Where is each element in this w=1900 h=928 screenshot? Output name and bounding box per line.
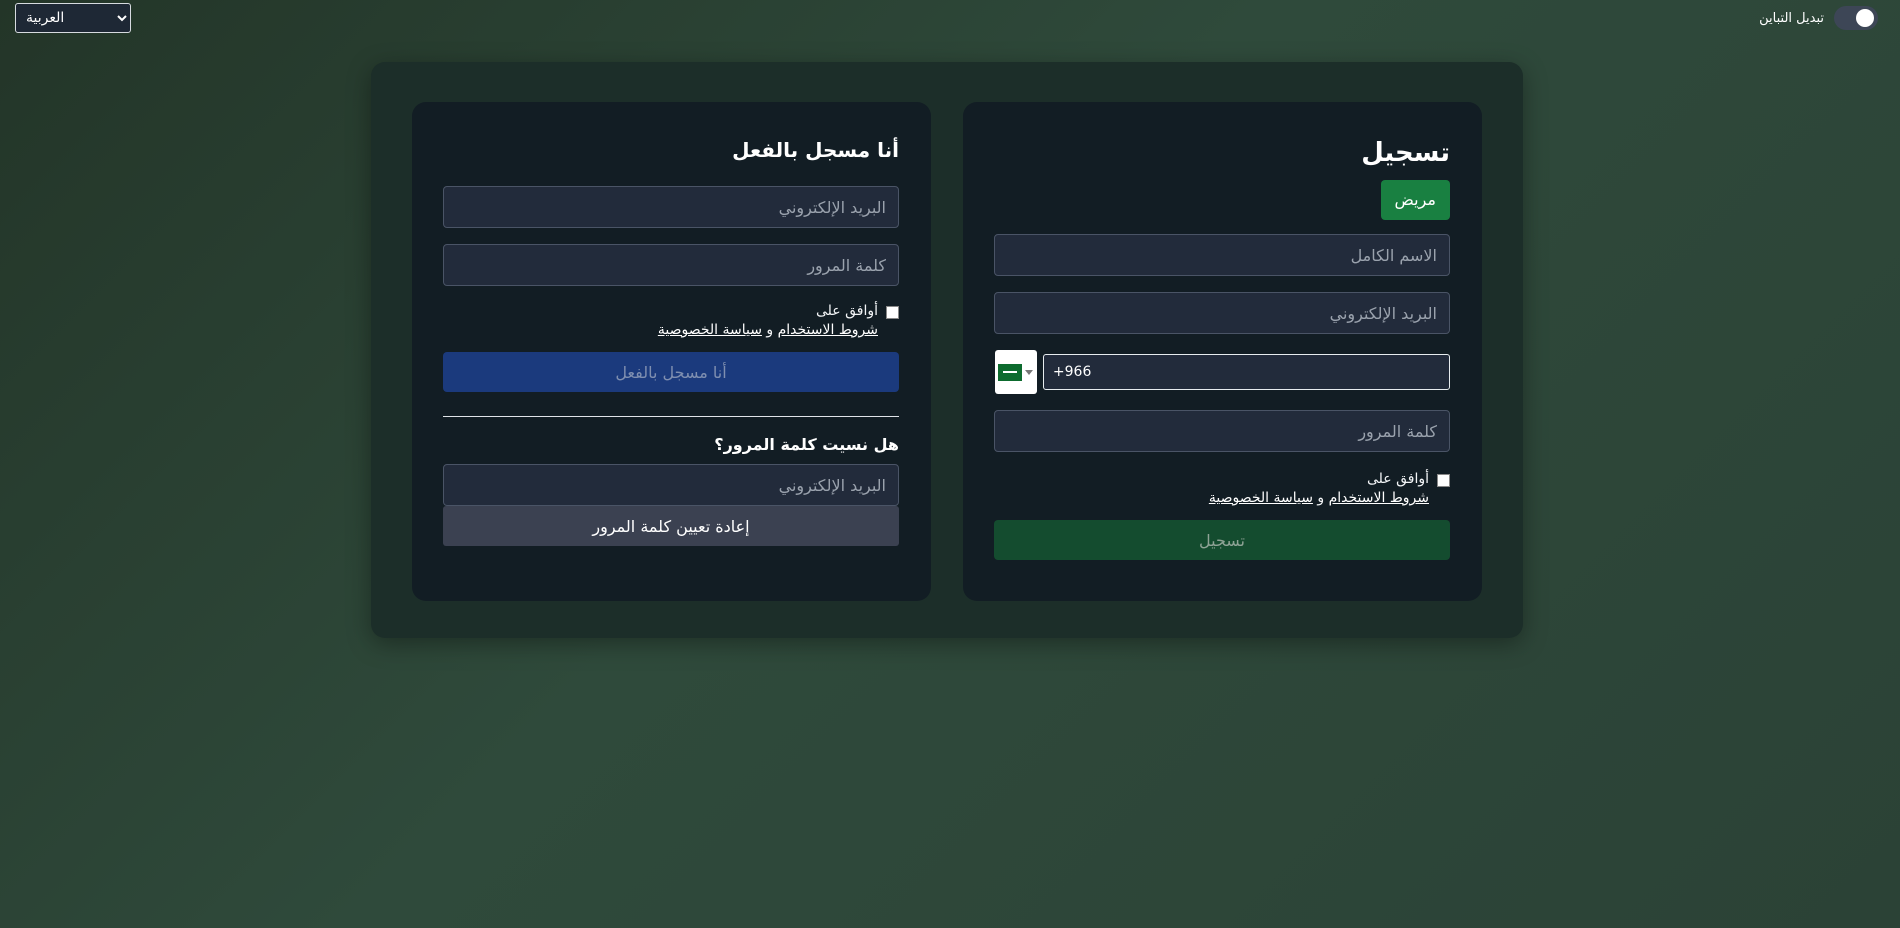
register-terms-link[interactable]: شروط الاستخدام [1329,490,1429,506]
patient-role-button[interactable]: مريض [1380,180,1450,220]
chevron-down-icon [1025,369,1034,375]
register-terms-agreement: أوافق على شروط الاستخدام و سياسة الخصوصي… [995,470,1450,508]
register-password-placeholder: كلمة المرور [1358,421,1437,441]
phone-input[interactable]: +966 [1042,354,1450,390]
login-email-input[interactable]: البريد الإلكتروني [443,186,899,228]
country-code-selector[interactable] [995,350,1037,394]
register-email-input[interactable]: البريد الإلكتروني [994,292,1450,334]
register-agree-prefix: أوافق على [1366,471,1429,487]
fullname-placeholder: الاسم الكامل [1350,245,1437,265]
register-email-placeholder: البريد الإلكتروني [1329,303,1437,323]
toggle-knob [1856,9,1874,27]
login-email-placeholder: البريد الإلكتروني [778,197,886,217]
login-card: أنا مسجل بالفعل البريد الإلكتروني كلمة ا… [412,102,931,601]
fullname-input[interactable]: الاسم الكامل [994,234,1450,276]
login-terms-agreement: أوافق على شروط الاستخدام و سياسة الخصوصي… [444,302,899,340]
login-password-input[interactable]: كلمة المرور [443,244,899,286]
section-divider [443,416,899,417]
register-submit-button[interactable]: تسجيل [994,520,1450,560]
register-card: تسجيل مريض الاسم الكامل البريد الإلكترون… [963,102,1482,601]
login-and-word: و [766,322,774,338]
language-select[interactable]: العربية [15,3,131,33]
login-terms-text: أوافق على شروط الاستخدام و سياسة الخصوصي… [658,302,878,340]
login-privacy-link[interactable]: سياسة الخصوصية [658,322,762,338]
forgot-email-placeholder: البريد الإلكتروني [778,475,886,495]
register-and-word: و [1317,490,1325,506]
saudi-flag-icon [998,363,1023,381]
forgot-email-input[interactable]: البريد الإلكتروني [443,464,899,506]
contrast-toggle[interactable] [1834,6,1878,30]
reset-password-button[interactable]: إعادة تعيين كلمة المرور [443,506,899,546]
register-terms-text: أوافق على شروط الاستخدام و سياسة الخصوصي… [1209,470,1429,508]
contrast-toggle-group: تبديل التباين [1759,6,1878,30]
forgot-password-title: هل نسيت كلمة المرور؟ [714,435,899,454]
login-submit-button[interactable]: أنا مسجل بالفعل [443,352,899,392]
register-privacy-link[interactable]: سياسة الخصوصية [1209,490,1313,506]
register-title: تسجيل [1361,138,1450,168]
register-password-input[interactable]: كلمة المرور [994,410,1450,452]
login-terms-checkbox[interactable] [886,306,899,319]
contrast-label: تبديل التباين [1759,10,1824,26]
login-title: أنا مسجل بالفعل [732,138,899,162]
auth-container: تسجيل مريض الاسم الكامل البريد الإلكترون… [371,62,1523,638]
register-terms-checkbox[interactable] [1437,474,1450,487]
login-terms-link[interactable]: شروط الاستخدام [778,322,878,338]
login-agree-prefix: أوافق على [815,303,878,319]
login-password-placeholder: كلمة المرور [807,255,886,275]
phone-field: +966 [995,350,1450,394]
